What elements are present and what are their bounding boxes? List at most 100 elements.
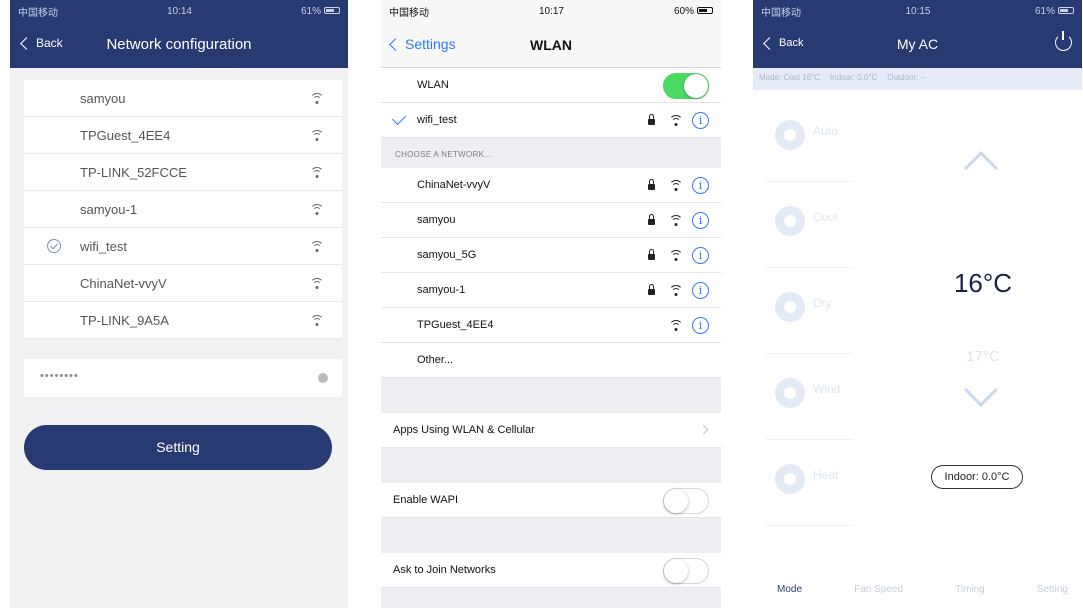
wifi-icon — [669, 115, 683, 127]
info-icon[interactable]: i — [692, 177, 709, 194]
carrier-label: 中国移动 — [18, 7, 58, 19]
apps-row[interactable]: Apps Using WLAN & Cellular — [381, 413, 721, 448]
network-list: samyou TPGuest_4EE4 TP-LINK_52FCCE samyou-1… — [24, 80, 342, 339]
wlan-settings-screen: 中国移动 10:17 60% Settings WLAN WLAN wifi_t… — [381, 0, 721, 608]
wifi-icon — [669, 215, 683, 227]
network-row[interactable]: samyou-1 i — [381, 273, 721, 308]
network-row[interactable]: samyou i — [381, 203, 721, 238]
network-row[interactable]: ChinaNet-vvyV i — [381, 168, 721, 203]
info-icon[interactable]: i — [692, 317, 709, 334]
chevron-right-icon — [698, 424, 709, 435]
password-input[interactable] — [40, 370, 280, 382]
mode-option[interactable]: Auto — [765, 96, 853, 182]
wifi-icon — [669, 250, 683, 262]
clock: 10:17 — [538, 5, 564, 17]
wlan-group: WLAN wifi_test i — [381, 68, 721, 138]
network-name: samyou — [417, 214, 456, 226]
next-temperature: 17°C — [966, 348, 1000, 365]
temp-down-icon[interactable] — [964, 373, 998, 407]
wapi-row: Enable WAPI — [381, 483, 721, 518]
bottom-tab-bar: Mode Fan Speed Timing Setting — [753, 570, 1082, 608]
ask-group: Ask to Join Networks — [381, 553, 721, 588]
network-row[interactable]: TPGuest_4EE4 — [24, 117, 342, 154]
wapi-toggle[interactable] — [663, 488, 709, 514]
battery-indicator: 61% — [1035, 6, 1074, 17]
info-icon[interactable]: i — [692, 212, 709, 229]
section-header: CHOOSE A NETWORK... — [395, 150, 492, 159]
info-icon[interactable]: i — [692, 282, 709, 299]
lock-icon — [648, 249, 655, 260]
mode-option[interactable]: Wind — [765, 354, 853, 440]
mode-icon — [775, 120, 805, 150]
mode-label: Wind — [813, 382, 841, 396]
setting-button[interactable]: Setting — [24, 425, 332, 470]
clock: 10:14 — [166, 5, 192, 17]
network-row[interactable]: ChinaNet-vvyV — [24, 265, 342, 302]
network-row[interactable]: samyou — [24, 80, 342, 117]
outdoor-info: Outdoor: -- — [887, 73, 926, 82]
mode-option[interactable]: Cool — [765, 182, 853, 268]
connected-network-row[interactable]: wifi_test i — [381, 103, 721, 138]
wifi-icon — [310, 204, 324, 216]
tab-mode[interactable]: Mode — [777, 584, 802, 595]
selected-check-icon — [47, 239, 61, 253]
wlan-toggle-row: WLAN — [381, 68, 721, 103]
battery-indicator: 60% — [674, 6, 713, 17]
tab-fan-speed[interactable]: Fan Speed — [854, 584, 903, 595]
page-title: My AC — [896, 36, 939, 52]
network-name: samyou — [80, 90, 126, 106]
mode-label: Heat — [813, 468, 839, 482]
network-row[interactable]: TP-LINK_52FCCE — [24, 154, 342, 191]
password-box — [24, 359, 342, 397]
power-icon[interactable] — [1055, 31, 1072, 51]
network-config-screen: 中国移动 10:14 61% Back Network configuratio… — [10, 0, 348, 608]
network-name: ChinaNet-vvyV — [80, 275, 167, 291]
battery-icon — [1057, 7, 1074, 15]
wifi-icon — [310, 278, 324, 290]
wifi-icon — [310, 241, 324, 253]
network-row[interactable]: samyou-1 — [24, 191, 342, 228]
mode-option[interactable]: Heat — [765, 440, 853, 526]
wifi-icon — [669, 285, 683, 297]
nav-bar: Settings WLAN — [381, 22, 721, 68]
wifi-icon — [310, 315, 324, 327]
network-row[interactable]: TP-LINK_9A5A — [24, 302, 342, 339]
temp-up-icon[interactable] — [964, 151, 998, 185]
mode-label: Auto — [813, 124, 838, 138]
lock-icon — [648, 214, 655, 225]
network-name: ChinaNet-vvyV — [417, 179, 491, 191]
network-row[interactable]: samyou_5G i — [381, 238, 721, 273]
clock: 10:15 — [905, 5, 931, 17]
mode-info: Mode: Cool 16°C — [759, 73, 821, 82]
wifi-icon — [310, 93, 324, 105]
battery-percent: 60% — [673, 5, 694, 17]
status-info-bar: Mode: Cool 16°C Indoor: 0.0°C Outdoor: -… — [753, 68, 1082, 90]
wlan-toggle[interactable] — [663, 73, 709, 99]
network-row[interactable]: wifi_test — [24, 228, 342, 265]
indoor-temp-badge: Indoor: 0.0°C — [931, 465, 1023, 489]
info-icon[interactable]: i — [692, 247, 709, 264]
info-icon[interactable]: i — [692, 112, 709, 129]
other-label: Other... — [417, 354, 454, 366]
mode-option[interactable]: Dry — [765, 268, 853, 354]
tab-setting[interactable]: Setting — [1037, 584, 1068, 595]
network-name: wifi_test — [80, 238, 127, 254]
network-row[interactable]: TPGuest_4EE4 i — [381, 308, 721, 343]
spacer — [381, 378, 721, 413]
toggle-knob — [664, 489, 688, 513]
spacer — [381, 518, 721, 553]
battery-percent: 61% — [300, 5, 321, 17]
nav-bar: Back Network configuration — [10, 22, 348, 68]
tab-timing[interactable]: Timing — [955, 584, 985, 595]
temperature-display: 16°C — [953, 268, 1013, 298]
wifi-icon — [669, 320, 683, 332]
mode-label: Cool — [813, 210, 838, 224]
page-title: Network configuration — [106, 36, 252, 53]
wapi-label: Enable WAPI — [393, 494, 459, 506]
network-name: samyou_5G — [417, 249, 477, 261]
wifi-icon — [310, 130, 324, 142]
ask-toggle[interactable] — [663, 558, 709, 584]
nav-bar: Back My AC — [753, 22, 1082, 68]
clear-icon[interactable] — [318, 373, 328, 383]
other-network-row[interactable]: Other... — [381, 343, 721, 378]
